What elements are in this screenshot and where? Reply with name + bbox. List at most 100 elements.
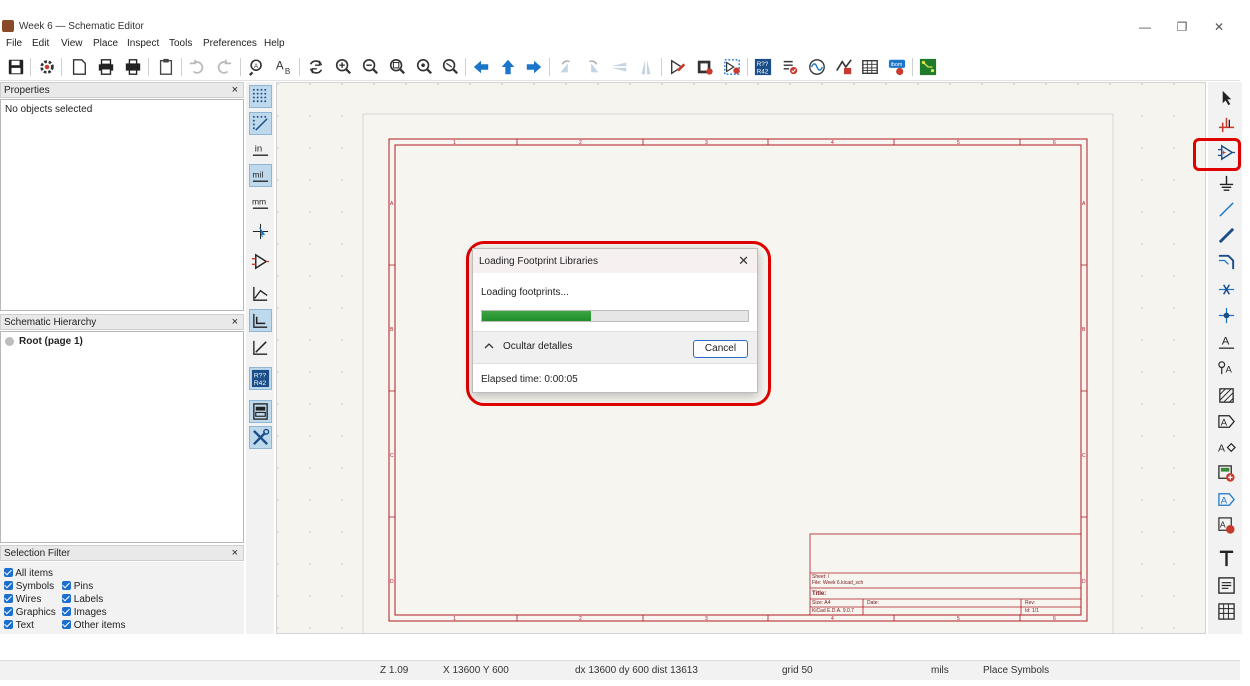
add-bus-button[interactable]	[1215, 224, 1237, 246]
plot-button[interactable]	[122, 56, 144, 78]
pcb-editor-button[interactable]	[917, 56, 939, 78]
simulator-button[interactable]	[806, 56, 828, 78]
hierarchy-panel-toggle-button[interactable]	[249, 400, 272, 423]
add-bus-entry-button[interactable]	[1215, 250, 1237, 272]
page-settings-button[interactable]	[68, 56, 90, 78]
title-bar: Week 6 — Schematic Editor — ❐ ✕	[0, 18, 1240, 36]
mirror-v-button[interactable]	[608, 56, 630, 78]
add-textbox-button[interactable]	[1215, 574, 1237, 596]
filter-wires[interactable]: Wires	[4, 593, 41, 605]
annotation-toggle-button[interactable]: R?? R42	[249, 367, 272, 390]
erc-button[interactable]	[779, 56, 801, 78]
line-mode-45-button[interactable]	[249, 336, 272, 359]
redo-button[interactable]	[213, 56, 235, 78]
filter-images[interactable]: Images	[62, 606, 107, 618]
cancel-button[interactable]: Cancel	[693, 340, 748, 358]
zoom-out-button[interactable]	[359, 56, 381, 78]
import-sheet-pin-button[interactable]: A	[1215, 514, 1237, 536]
symbol-editor-button[interactable]	[667, 56, 689, 78]
zoom-fit-button[interactable]	[386, 56, 408, 78]
assign-footprints-button[interactable]	[833, 56, 855, 78]
rotate-cw-button[interactable]	[582, 56, 604, 78]
add-class-directive-button[interactable]: A	[1215, 356, 1237, 378]
close-hierarchy-button[interactable]: ×	[232, 316, 238, 328]
zoom-objects-button[interactable]	[413, 56, 435, 78]
filter-label: Symbols	[15, 581, 55, 592]
update-symbols-button[interactable]	[721, 56, 743, 78]
menu-edit[interactable]: Edit	[32, 38, 49, 49]
filter-other-items[interactable]: Other items	[62, 619, 125, 631]
dialog-close-button[interactable]: ✕	[738, 253, 749, 269]
add-no-connect-button[interactable]	[1215, 278, 1237, 300]
filter-symbols[interactable]: Symbols	[4, 580, 54, 592]
menu-tools[interactable]: Tools	[169, 38, 192, 49]
grid-toggle-button[interactable]	[249, 85, 272, 108]
schematic-setup-button[interactable]	[36, 56, 58, 78]
add-sheet-button[interactable]	[1215, 462, 1237, 484]
zoom-selection-button[interactable]	[439, 56, 461, 78]
ibom-button[interactable]: ibom	[886, 56, 908, 78]
rotate-ccw-button[interactable]	[555, 56, 577, 78]
menu-preferences[interactable]: Preferences	[203, 38, 257, 49]
units-mm-button[interactable]: mm	[249, 191, 272, 214]
save-button[interactable]	[5, 56, 27, 78]
annotate-button[interactable]: R?? R42	[752, 56, 774, 78]
mirror-h-button[interactable]	[635, 56, 657, 78]
line-mode-90-button[interactable]	[249, 309, 272, 332]
units-inch-button[interactable]: in	[249, 138, 272, 161]
grid-overrides-button[interactable]	[249, 112, 272, 135]
add-text-button[interactable]	[1215, 547, 1237, 569]
filter-all-items[interactable]: All items	[4, 567, 53, 579]
ibom-icon: ibom	[888, 59, 906, 76]
close-selection-filter-button[interactable]: ×	[232, 547, 238, 559]
bom-button[interactable]	[859, 56, 881, 78]
zoom-objects-icon	[416, 58, 432, 75]
find-replace-button[interactable]: AB	[273, 56, 295, 78]
add-sheet-pin-button[interactable]: A	[1215, 488, 1237, 510]
menu-inspect[interactable]: Inspect	[127, 38, 159, 49]
menu-view[interactable]: View	[61, 38, 83, 49]
show-pins-button[interactable]	[249, 250, 272, 273]
hierarchy-root-item[interactable]: Root (page 1)	[5, 336, 83, 347]
navigate-forward-button[interactable]	[523, 56, 545, 78]
cursor-style-button[interactable]	[249, 220, 272, 243]
add-label-button[interactable]: A	[1215, 330, 1237, 352]
zoom-in-button[interactable]	[332, 56, 354, 78]
close-window-button[interactable]: ✕	[1204, 19, 1234, 35]
svg-text:R??: R??	[757, 61, 769, 68]
filter-graphics[interactable]: Graphics	[4, 606, 56, 618]
add-junction-button[interactable]	[1215, 304, 1237, 326]
filter-labels[interactable]: Labels	[62, 593, 103, 605]
ground-icon	[1219, 175, 1233, 191]
close-properties-button[interactable]: ×	[232, 84, 238, 96]
add-hierarchical-label-button[interactable]: A	[1215, 436, 1237, 458]
filter-pins[interactable]: Pins	[62, 580, 93, 592]
hierarchy-root-label: Root (page 1)	[19, 336, 83, 347]
toggle-details-button[interactable]: Ocultar detalles	[483, 340, 572, 352]
restore-button[interactable]: ❐	[1167, 19, 1197, 35]
menu-file[interactable]: File	[6, 38, 22, 49]
symbol-browser-button[interactable]	[694, 56, 716, 78]
print-button[interactable]	[95, 56, 117, 78]
properties-panel-toggle-button[interactable]	[249, 426, 272, 449]
refresh-button[interactable]	[305, 56, 327, 78]
undo-button[interactable]	[186, 56, 208, 78]
add-rule-area-button[interactable]	[1215, 384, 1237, 406]
highlight-net-button[interactable]	[1215, 113, 1237, 135]
navigate-back-button[interactable]	[470, 56, 492, 78]
find-button[interactable]: A	[246, 56, 268, 78]
select-tool-button[interactable]	[1215, 86, 1237, 108]
filter-text[interactable]: Text	[4, 619, 34, 631]
title-block-rev: Rev:	[1025, 600, 1035, 606]
menu-help[interactable]: Help	[264, 38, 285, 49]
line-mode-free-button[interactable]	[249, 282, 272, 305]
add-power-button[interactable]	[1215, 172, 1237, 194]
units-mil-button[interactable]: mil	[249, 164, 272, 187]
add-table-button[interactable]	[1215, 600, 1237, 622]
add-global-label-button[interactable]: A	[1215, 410, 1237, 432]
navigate-up-button[interactable]	[497, 56, 519, 78]
paste-button[interactable]	[155, 56, 177, 78]
menu-place[interactable]: Place	[93, 38, 118, 49]
add-wire-button[interactable]	[1215, 198, 1237, 220]
minimize-button[interactable]: —	[1130, 19, 1160, 35]
